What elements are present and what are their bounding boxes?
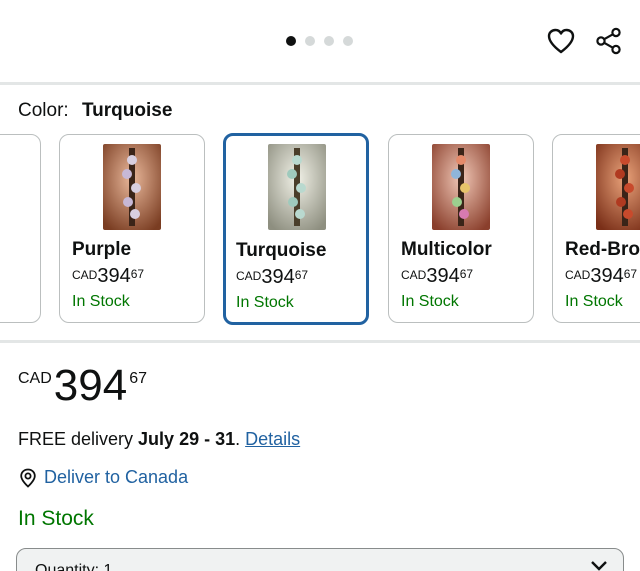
carousel-dot[interactable]: [305, 36, 315, 46]
swatch-name: Turquoise: [236, 240, 327, 261]
carousel-dot[interactable]: [324, 36, 334, 46]
swatch-card-red-brown[interactable]: Red-Brown CAD 394 67 In Stock: [552, 134, 640, 323]
swatch-card-turquoise[interactable]: Turquoise CAD 394 67 In Stock: [223, 133, 369, 325]
carousel-dot[interactable]: [343, 36, 353, 46]
delivery-message: FREE delivery July 29 - 31. Details: [18, 429, 301, 449]
swatch-image: [432, 144, 490, 230]
swatch-card-purple[interactable]: Purple CAD 394 67 In Stock: [59, 134, 205, 323]
product-price: CAD 394 67: [18, 362, 147, 410]
gallery-header: [0, 0, 640, 82]
chevron-down-icon: [591, 561, 607, 571]
delivery-dates: July 29 - 31: [138, 429, 236, 449]
carousel-indicator[interactable]: [286, 36, 353, 46]
variation-label-row: Color: Turquoise: [18, 100, 172, 122]
swatch-image: [596, 144, 640, 230]
color-swatch-list[interactable]: Purple CAD 394 67 In Stock Turquoise CAD…: [0, 132, 640, 326]
swatch-image: [268, 144, 326, 230]
carousel-dot[interactable]: [286, 36, 296, 46]
swatch-stock: In Stock: [72, 293, 130, 310]
swatch-price: CAD 394 67: [401, 265, 474, 287]
swatch-stock: In Stock: [401, 293, 459, 310]
wishlist-button[interactable]: [544, 24, 578, 58]
swatch-name: Multicolor: [401, 239, 492, 260]
location-pin-icon: [20, 468, 36, 488]
variation-label: Color:: [18, 100, 69, 121]
delivery-details-link[interactable]: Details: [245, 429, 300, 449]
swatch-name: Purple: [72, 239, 132, 260]
swatch-card-multicolor[interactable]: Multicolor CAD 394 67 In Stock: [388, 134, 534, 323]
variation-selected-value: Turquoise: [81, 100, 173, 121]
swatch-image: [103, 144, 161, 230]
swatch-price: CAD 394 67: [236, 266, 309, 288]
quantity-label: Quantity: 1: [35, 562, 113, 571]
price-whole: 394: [53, 361, 128, 410]
swatch-name: Red-Brown: [565, 239, 640, 260]
swatch-stock: In Stock: [236, 294, 294, 311]
deliver-to-link[interactable]: Deliver to Canada: [18, 467, 188, 488]
swatch-stock: In Stock: [565, 293, 623, 310]
share-button[interactable]: [592, 24, 626, 58]
availability-status: In Stock: [18, 507, 94, 530]
swatch-price: CAD 394 67: [565, 265, 638, 287]
share-icon: [596, 27, 621, 55]
swatch-price: CAD 394 67: [72, 265, 145, 287]
deliver-to-text: Deliver to Canada: [44, 467, 189, 487]
price-currency: CAD: [18, 370, 52, 387]
swatch-card[interactable]: [0, 134, 41, 323]
heart-icon: [547, 28, 575, 54]
divider: [0, 82, 640, 85]
price-fraction: 67: [129, 370, 147, 387]
divider: [0, 340, 640, 343]
quantity-dropdown[interactable]: Quantity: 1: [16, 548, 624, 571]
